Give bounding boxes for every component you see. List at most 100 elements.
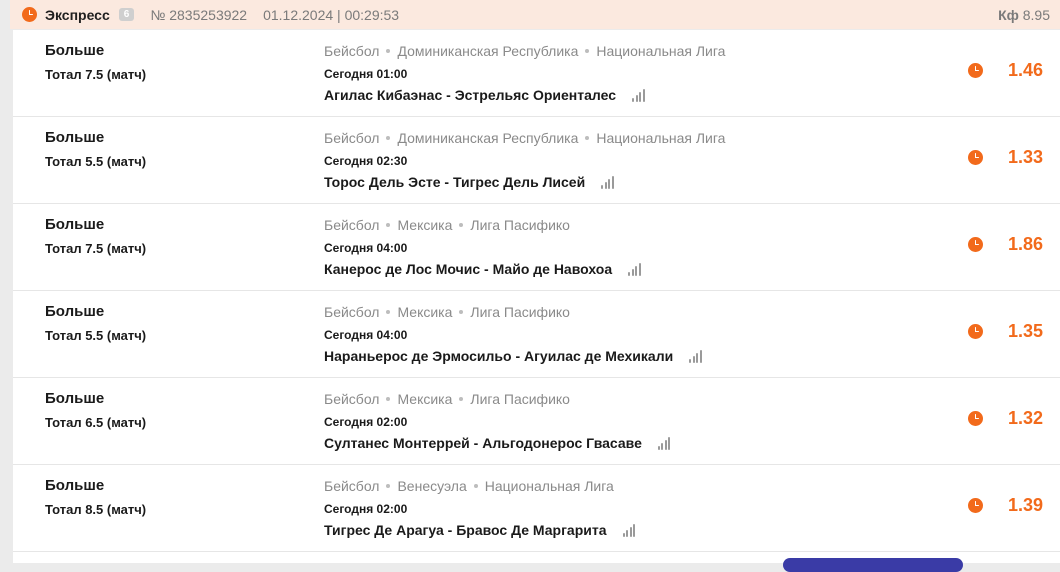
match-teams[interactable]: Агилас Кибаэнас - Эстрельяс Ориенталес xyxy=(324,87,616,103)
match-teams[interactable]: Султанес Монтеррей - Альгодонерос Гвасав… xyxy=(324,435,642,451)
match-name: Торос Дель Эсте - Тигрес Дель Лисей xyxy=(324,174,614,190)
bet-market: Тотал 8.5 (матч) xyxy=(45,502,147,517)
separator-dot xyxy=(386,49,391,54)
bet-row[interactable]: Больше Тотал 7.5 (матч) Бейсбол Мексика Ли… xyxy=(13,204,1060,291)
bet-market: Тотал 7.5 (матч) xyxy=(45,67,147,82)
bet-type: Больше xyxy=(45,303,105,320)
separator-dot xyxy=(585,49,590,54)
odds-value: 1.86 xyxy=(1007,234,1043,254)
event-breadcrumb: Бейсбол Мексика Лига Пасифико xyxy=(324,391,570,407)
bet-type: Больше xyxy=(45,42,105,59)
event-breadcrumb: Бейсбол Мексика Лига Пасифико xyxy=(324,304,570,320)
odds-value: 1.33 xyxy=(1007,147,1043,167)
bet-market: Тотал 5.5 (матч) xyxy=(45,154,147,169)
event-breadcrumb: Бейсбол Венесуэла Национальная Лига xyxy=(324,478,614,494)
statistics-icon[interactable] xyxy=(657,437,671,450)
clock-icon xyxy=(968,324,983,339)
sport-label[interactable]: Бейсбол xyxy=(324,130,379,146)
league-label[interactable]: Национальная Лига xyxy=(596,43,725,59)
match-name: Агилас Кибаэнас - Эстрельяс Ориенталес xyxy=(324,87,645,103)
bet-row[interactable]: Больше Тотал 7.5 (матч) Бейсбол Доминикан… xyxy=(13,30,1060,117)
separator-dot xyxy=(386,484,391,489)
odds-value: 1.39 xyxy=(1007,495,1043,515)
match-name: Султанес Монтеррей - Альгодонерос Гвасав… xyxy=(324,435,671,451)
statistics-icon[interactable] xyxy=(689,350,702,363)
bet-type: Больше xyxy=(45,216,105,233)
match-teams[interactable]: Торос Дель Эсте - Тигрес Дель Лисей xyxy=(324,174,585,190)
coupon-number: № 2835253922 xyxy=(150,6,248,23)
sport-label[interactable]: Бейсбол xyxy=(324,43,379,59)
separator-dot xyxy=(459,310,464,315)
clock-icon xyxy=(968,150,983,165)
bet-type: Больше xyxy=(45,477,105,494)
sport-label[interactable]: Бейсбол xyxy=(324,391,379,407)
sport-label[interactable]: Бейсбол xyxy=(324,478,379,494)
bet-row[interactable]: Больше Тотал 5.5 (матч) Бейсбол Мексика Ли… xyxy=(13,291,1060,378)
match-time: Сегодня 04:00 xyxy=(324,241,408,255)
clock-icon xyxy=(968,63,983,78)
bet-row[interactable]: Больше Тотал 8.5 (матч) Бейсбол Венесуэла… xyxy=(13,465,1060,552)
separator-dot xyxy=(386,310,391,315)
bet-row[interactable]: Больше Тотал 6.5 (матч) Бейсбол Мексика Ли… xyxy=(13,378,1060,465)
separator-dot xyxy=(386,136,391,141)
match-time: Сегодня 01:00 xyxy=(324,67,408,81)
clock-icon xyxy=(968,498,983,513)
separator-dot xyxy=(459,397,464,402)
match-name: Канерос де Лос Мочис - Майо де Навохоа xyxy=(324,261,641,277)
coupon-footer xyxy=(13,552,1060,572)
event-breadcrumb: Бейсбол Доминиканская Республика Националь… xyxy=(324,130,725,146)
separator-dot xyxy=(459,223,464,228)
match-time: Сегодня 02:30 xyxy=(324,154,408,168)
league-label[interactable]: Лига Пасифико xyxy=(470,304,570,320)
country-label[interactable]: Доминиканская Республика xyxy=(397,130,578,146)
odds-value: 1.32 xyxy=(1007,408,1043,428)
league-label[interactable]: Национальная Лига xyxy=(596,130,725,146)
match-teams[interactable]: Канерос де Лос Мочис - Майо де Навохоа xyxy=(324,261,612,277)
sport-label[interactable]: Бейсбол xyxy=(324,304,379,320)
statistics-icon[interactable] xyxy=(628,263,641,276)
coupon-datetime: 01.12.2024 | 00:29:53 xyxy=(263,6,400,23)
league-label[interactable]: Лига Пасифико xyxy=(470,391,570,407)
bet-row[interactable]: Больше Тотал 5.5 (матч) Бейсбол Доминикан… xyxy=(13,117,1060,204)
match-name: Нараньерос де Эрмосильо - Агуилас де Мех… xyxy=(324,348,702,364)
bet-market: Тотал 5.5 (матч) xyxy=(45,328,147,343)
bet-type: Больше xyxy=(45,390,105,407)
coupon-type: Экспресс xyxy=(45,6,110,23)
clock-icon xyxy=(22,7,37,22)
sport-label[interactable]: Бейсбол xyxy=(324,217,379,233)
coef-value: 8.95 xyxy=(1022,6,1050,23)
match-teams[interactable]: Нараньерос де Эрмосильо - Агуилас де Мех… xyxy=(324,348,673,364)
total-coefficient: Кф 8.95 xyxy=(998,7,1050,23)
country-label[interactable]: Венесуэла xyxy=(397,478,466,494)
coupon-header[interactable]: Экспресс 6 № 2835253922 01.12.2024 | 00:… xyxy=(10,0,1060,29)
event-breadcrumb: Бейсбол Доминиканская Республика Националь… xyxy=(324,43,725,59)
match-time: Сегодня 02:00 xyxy=(324,415,408,429)
action-button[interactable] xyxy=(783,558,963,572)
bet-market: Тотал 7.5 (матч) xyxy=(45,241,147,256)
odds-value: 1.35 xyxy=(1007,321,1043,341)
match-time: Сегодня 02:00 xyxy=(324,502,408,516)
bet-market: Тотал 6.5 (матч) xyxy=(45,415,147,430)
odds-value: 1.46 xyxy=(1007,60,1043,80)
country-label[interactable]: Мексика xyxy=(397,304,452,320)
separator-dot xyxy=(473,484,478,489)
coef-label: Кф xyxy=(998,6,1019,23)
separator-dot xyxy=(386,223,391,228)
statistics-icon[interactable] xyxy=(622,524,635,537)
events-count-badge: 6 xyxy=(118,8,135,21)
match-teams[interactable]: Тигрес Де Арагуа - Бравос Де Маргарита xyxy=(324,522,607,538)
league-label[interactable]: Национальная Лига xyxy=(485,478,614,494)
separator-dot xyxy=(585,136,590,141)
bet-type: Больше xyxy=(45,129,105,146)
country-label[interactable]: Мексика xyxy=(397,217,452,233)
statistics-icon[interactable] xyxy=(601,176,614,189)
country-label[interactable]: Доминиканская Республика xyxy=(397,43,578,59)
event-breadcrumb: Бейсбол Мексика Лига Пасифико xyxy=(324,217,570,233)
clock-icon xyxy=(968,411,983,426)
statistics-icon[interactable] xyxy=(632,89,645,102)
match-name: Тигрес Де Арагуа - Бравос Де Маргарита xyxy=(324,522,635,538)
separator-dot xyxy=(386,397,391,402)
league-label[interactable]: Лига Пасифико xyxy=(470,217,570,233)
match-time: Сегодня 04:00 xyxy=(324,328,408,342)
country-label[interactable]: Мексика xyxy=(397,391,452,407)
